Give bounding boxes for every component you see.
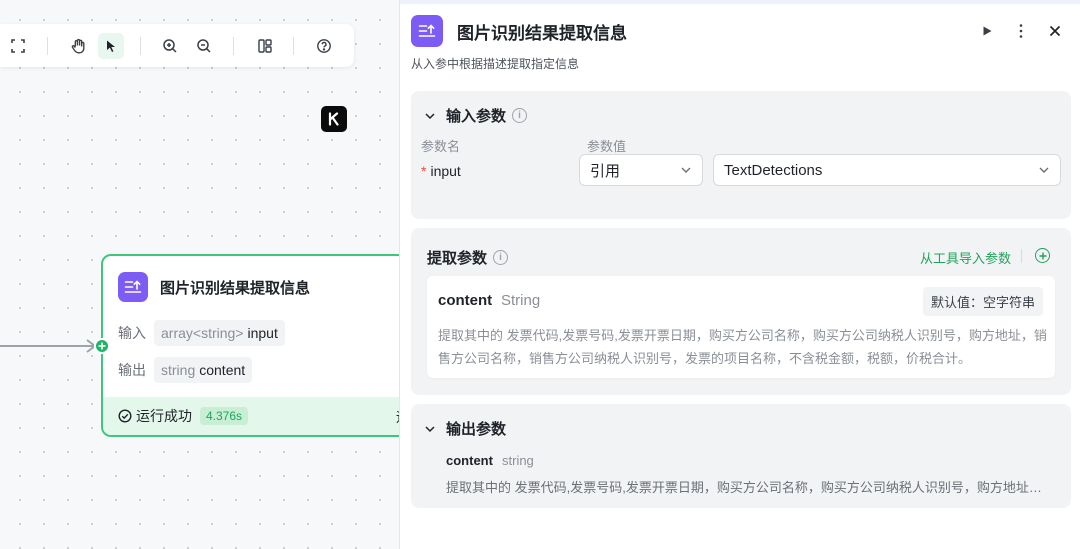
canvas-toolbar	[0, 24, 354, 67]
duration-badge: 4.376s	[200, 407, 249, 425]
fit-view-icon[interactable]	[5, 33, 31, 59]
chevron-down-icon	[425, 425, 435, 432]
node-input-port[interactable]	[94, 338, 110, 354]
workflow-canvas[interactable]: K 图片识别结果提取信息 输入 array<string>input 输出 st…	[0, 0, 399, 549]
import-from-tool-link[interactable]: 从工具导入参数	[920, 248, 1011, 267]
connection-edge	[0, 345, 94, 347]
extract-params-header: 提取参数 i	[427, 247, 509, 268]
panel-title[interactable]: 图片识别结果提取信息	[457, 19, 627, 44]
more-button[interactable]	[1010, 20, 1032, 42]
output-params-header[interactable]: 输出参数	[424, 418, 506, 439]
field-type: String	[501, 292, 541, 309]
output-field-type: string	[502, 453, 534, 468]
play-icon	[983, 26, 992, 36]
close-button[interactable]	[1044, 20, 1066, 42]
hand-tool-icon[interactable]	[65, 33, 91, 59]
node-input-label: 输入	[118, 325, 146, 341]
workflow-node[interactable]: 图片识别结果提取信息 输入 array<string> input 输出 stri…	[101, 254, 399, 437]
info-icon[interactable]: i	[493, 250, 509, 265]
node-input-chip: array<string> input	[154, 320, 285, 346]
input-params-header[interactable]: 输入参数 i	[424, 105, 528, 126]
node-title: 图片识别结果提取信息	[160, 279, 311, 297]
output-field-name: content	[446, 453, 493, 468]
param-name: input	[430, 163, 461, 179]
default-value-badge: 默认值：空字符串	[922, 287, 1043, 316]
input-params-card: 输入参数 i 参数名 参数值 * input 引用 TextDetections	[411, 91, 1071, 219]
node-run-status[interactable]: 运行成功 4.376s 运	[103, 397, 399, 435]
plus-icon	[1039, 252, 1046, 259]
add-param-button[interactable]	[1035, 248, 1050, 263]
source-value-select[interactable]: TextDetections	[713, 154, 1061, 186]
source-mode-select[interactable]: 引用	[579, 154, 703, 186]
output-field-description: 提取其中的 发票代码,发票号码,发票开票日期，购买方公司名称，购买方公司纳税人识…	[446, 480, 1051, 495]
help-icon[interactable]	[311, 33, 337, 59]
zoom-in-icon[interactable]	[157, 33, 183, 59]
panel-description[interactable]: 从入参中根据描述提取指定信息	[411, 55, 579, 72]
status-text: 运行成功	[136, 408, 192, 424]
more-vertical-icon	[1019, 24, 1023, 38]
k-logo-icon	[328, 112, 339, 126]
required-marker: *	[421, 163, 427, 179]
extract-params-card: 提取参数 i 从工具导入参数 content String 默认值：空字符串 提…	[411, 228, 1071, 395]
extract-app-icon	[118, 272, 148, 302]
pointer-tool-icon[interactable]	[98, 33, 124, 59]
zoom-out-icon[interactable]	[191, 33, 217, 59]
chevron-down-icon	[681, 167, 691, 173]
col-param-value: 参数值	[587, 139, 627, 154]
extract-field-card[interactable]: content String 默认值：空字符串 提取其中的 发票代码,发票号码,…	[427, 276, 1055, 378]
param-name-row: * input	[421, 163, 461, 179]
field-name: content	[438, 292, 493, 309]
plus-icon	[98, 342, 106, 350]
node-output-label: 输出	[118, 362, 146, 378]
field-description: 提取其中的 发票代码,发票号码,发票开票日期，购买方公司名称，购买方公司纳税人识…	[438, 328, 1047, 366]
col-param-name: 参数名	[421, 139, 461, 154]
node-config-panel: 图片识别结果提取信息 从入参中根据描述提取指定信息 输入参数 i 参数名 参数值	[399, 0, 1080, 549]
output-params-card: 输出参数 content string 提取其中的 发票代码,发票号码,发票开票…	[411, 404, 1071, 508]
node-output-chip: string content	[154, 357, 253, 383]
chevron-down-icon	[425, 112, 435, 119]
chevron-down-icon	[1039, 167, 1049, 173]
layout-icon[interactable]	[252, 33, 278, 59]
check-circle-icon	[118, 409, 132, 423]
panel-app-icon	[411, 15, 443, 47]
info-icon[interactable]: i	[512, 108, 528, 123]
k-logo-badge[interactable]: K	[321, 106, 347, 132]
run-button[interactable]	[976, 20, 998, 42]
close-icon	[1049, 25, 1061, 37]
